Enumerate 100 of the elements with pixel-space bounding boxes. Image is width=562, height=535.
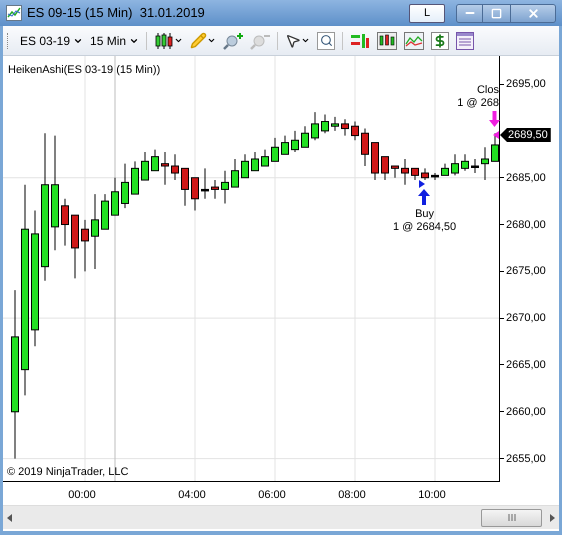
copyright-text: © 2019 NinjaTrader, LLC	[7, 464, 128, 480]
entry-triangle-icon	[419, 180, 425, 188]
candle	[161, 151, 169, 186]
candle	[221, 170, 229, 204]
candle	[301, 126, 309, 148]
candle	[101, 194, 109, 230]
line-chart-icon	[404, 32, 424, 50]
candle	[151, 149, 159, 172]
candle	[471, 158, 479, 174]
candle-box-icon	[377, 32, 398, 50]
current-price-tag: 2689,50	[500, 128, 551, 142]
candle	[361, 128, 369, 166]
instrument-dropdown[interactable]: ES 03-19	[16, 32, 84, 50]
trade-label-text: 1 @ 268	[457, 97, 499, 110]
candle	[181, 168, 189, 206]
arrow-down-icon	[489, 111, 500, 127]
candle	[131, 160, 139, 195]
price-axis-label: 2655,00	[500, 452, 546, 465]
price-axis-label: 2665,00	[500, 358, 546, 371]
candle	[461, 154, 469, 172]
price-axis-label: 2660,00	[500, 406, 546, 418]
price-axis-label: 2680,00	[500, 218, 546, 231]
time-axis-label: 00:00	[68, 488, 96, 503]
price-axis-label: 2670,00	[500, 312, 546, 324]
trade-button[interactable]	[431, 32, 450, 50]
candle	[311, 112, 319, 141]
interval-dropdown[interactable]: 15 Min	[90, 32, 140, 50]
time-axis-label: 08:00	[338, 488, 366, 503]
maximize-icon	[491, 8, 502, 18]
candle	[331, 116, 339, 132]
price-axis-label: 2685,00	[500, 172, 546, 184]
caret-icon	[207, 36, 216, 45]
pencil-icon	[190, 32, 208, 49]
trade-label-text: Clos	[476, 84, 499, 97]
candle	[231, 158, 239, 188]
strategies-button[interactable]	[350, 32, 370, 50]
scroll-right-icon	[550, 514, 555, 522]
candle	[251, 151, 259, 172]
candle	[341, 118, 349, 136]
time-axis-label: 06:00	[258, 488, 286, 503]
candle	[421, 168, 429, 181]
candle	[121, 163, 129, 209]
scroll-left-icon	[7, 514, 12, 522]
candlestick-icon	[154, 32, 174, 50]
candle	[81, 219, 89, 272]
candle	[391, 166, 399, 178]
indicators-button[interactable]	[404, 32, 424, 50]
time-axis-label: 10:00	[418, 488, 446, 503]
strategy-bars-icon	[350, 32, 370, 50]
candle	[141, 151, 149, 181]
exit-triangle-icon	[493, 131, 499, 139]
candle	[431, 172, 439, 181]
trade-label-text: Buy	[415, 208, 434, 221]
maximize-button[interactable]	[483, 4, 510, 22]
candle	[201, 168, 209, 200]
scrollbar-thumb[interactable]	[481, 508, 542, 526]
minimize-button[interactable]	[456, 4, 483, 22]
candle	[481, 146, 489, 181]
dollar-icon	[433, 34, 448, 48]
candle	[371, 142, 379, 181]
window-title: ES 09-15 (15 Min) 31.01.2019	[27, 4, 205, 22]
price-axis-label: 2675,00	[500, 265, 546, 278]
time-axis-label: 04:00	[178, 488, 206, 503]
table-icon	[456, 32, 474, 50]
price-axis-label: 2695,00	[500, 78, 546, 90]
candle	[211, 180, 219, 200]
caret-icon	[174, 36, 184, 45]
candle	[351, 121, 359, 141]
close-button[interactable]	[510, 4, 556, 22]
indicator-label: HeikenAshi(ES 03-19 (15 Min))	[8, 63, 160, 78]
candle	[401, 158, 409, 186]
caret-icon	[301, 36, 310, 45]
close-icon	[526, 6, 540, 20]
candle	[291, 130, 299, 152]
candle	[411, 168, 419, 181]
candle	[321, 114, 329, 134]
candle	[261, 149, 269, 166]
chart-icon	[6, 5, 22, 21]
chart-style-button[interactable]	[154, 32, 184, 50]
pointer-button[interactable]	[285, 32, 310, 48]
trade-label-text: 1 @ 2684,50	[393, 221, 456, 234]
candle	[171, 154, 179, 181]
candle	[61, 198, 69, 246]
pointer-icon	[285, 32, 302, 48]
candle	[381, 156, 389, 181]
horizontal-scrollbar[interactable]	[3, 505, 559, 529]
zoom-in-button[interactable]	[223, 32, 244, 50]
candle	[241, 154, 249, 178]
candle	[451, 154, 459, 176]
candle	[281, 135, 289, 155]
candle	[191, 177, 199, 211]
candle	[111, 177, 119, 216]
layout-button[interactable]: L	[409, 4, 445, 22]
search-icon	[320, 34, 333, 47]
search-button[interactable]	[317, 32, 336, 50]
candle	[271, 137, 279, 162]
data-box-button[interactable]	[456, 32, 474, 50]
chart-properties-button[interactable]	[377, 32, 398, 50]
candle	[441, 163, 449, 176]
grip-icon	[508, 514, 516, 521]
